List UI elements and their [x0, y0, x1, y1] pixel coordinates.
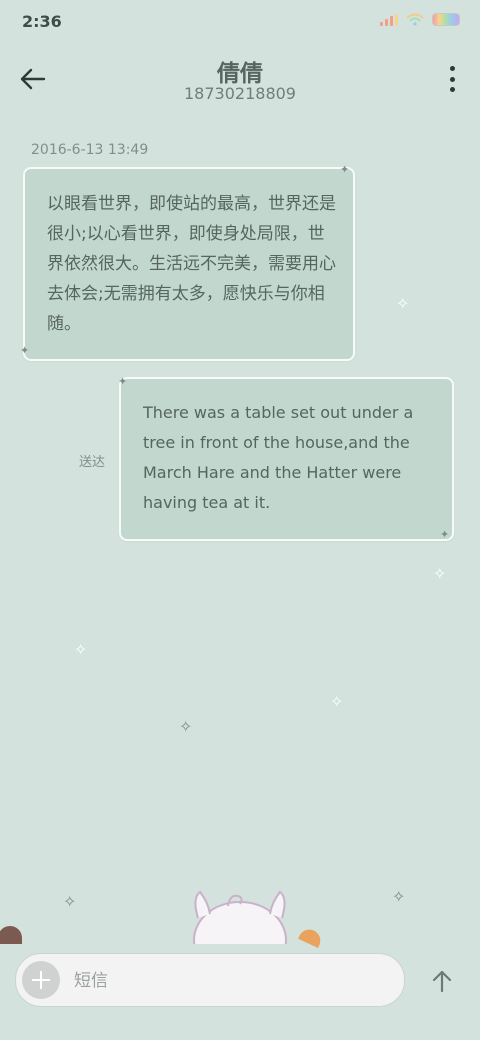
signal-icon [380, 13, 398, 26]
outgoing-message-bubble[interactable]: There was a table set out under a tree i… [119, 377, 454, 541]
sparkle-icon: ✧ [392, 887, 406, 906]
delivery-status: 送达 [79, 455, 106, 470]
contact-name: 倩倩 [217, 61, 263, 87]
sparkle-icon: ✧ [396, 294, 410, 313]
message-text: There was a table set out under a tree i… [143, 403, 414, 512]
sparkle-icon: ✧ [63, 892, 77, 911]
status-icons [380, 13, 460, 26]
sparkle-icon: ✦ [20, 344, 30, 357]
conversation-header: 倩倩 18730218809 [0, 44, 480, 114]
message-text: 以眼看世界，即使站的最高，世界还是很小;以心看世界，即使身处局限，世界依然很大。… [47, 194, 336, 334]
status-bar: 2:36 [0, 0, 480, 44]
sparkle-icon: ✧ [433, 564, 447, 583]
status-time: 2:36 [22, 12, 62, 31]
cat-ear-decoration [298, 926, 324, 948]
message-timestamp: 2016-6-13 13:49 [31, 142, 149, 158]
incoming-message-bubble[interactable]: 以眼看世界，即使站的最高，世界还是很小;以心看世界，即使身处局限，世界依然很大。… [23, 167, 355, 361]
sms-input[interactable] [72, 966, 376, 996]
sparkle-icon: ✦ [440, 528, 450, 541]
wifi-icon [406, 13, 424, 26]
composer-bar [15, 953, 405, 1007]
contact-number: 18730218809 [184, 84, 296, 103]
sparkle-icon: ✦ [340, 163, 350, 176]
arrow-up-icon[interactable] [428, 967, 456, 995]
cat-ear-decoration [0, 926, 22, 944]
sparkle-icon: ✧ [74, 640, 88, 659]
sparkle-icon: ✧ [330, 692, 344, 711]
alpaca-mascot-icon [193, 890, 287, 944]
sparkle-icon: ✦ [118, 375, 128, 388]
battery-icon [432, 13, 460, 26]
more-vertical-icon[interactable] [446, 66, 458, 92]
sparkle-icon: ✧ [179, 717, 193, 736]
plus-icon[interactable] [22, 961, 60, 999]
